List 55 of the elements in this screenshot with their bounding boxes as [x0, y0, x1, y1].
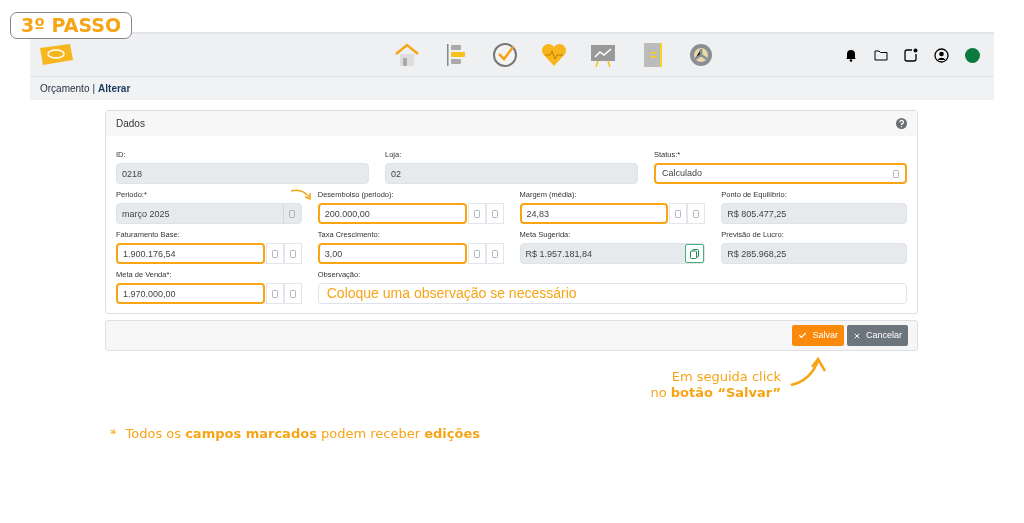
breadcrumb-current: Alterar	[98, 82, 131, 96]
step-badge: 3º PASSO	[10, 12, 133, 39]
square-icon	[271, 289, 278, 298]
square-icon	[491, 249, 498, 258]
status-select[interactable]: Calculado	[654, 163, 907, 184]
note-field[interactable]: Coloque uma observação se necessário	[317, 283, 907, 304]
addon-button[interactable]	[669, 203, 688, 224]
input-group[interactable]: R$ 1.957.181,84	[519, 243, 706, 264]
input-field[interactable]: março 2025	[117, 204, 283, 223]
square-icon	[893, 169, 899, 178]
square-icon	[675, 209, 682, 218]
help-icon[interactable]	[896, 118, 907, 129]
logo-icon	[38, 43, 74, 67]
bell-icon[interactable]	[844, 48, 858, 62]
input-field[interactable]: 3,00	[317, 243, 467, 264]
square-icon	[473, 209, 480, 218]
input-field[interactable]: 1.970.000,00	[116, 283, 265, 304]
input-field[interactable]: 200.000,00	[317, 203, 467, 224]
square-icon	[289, 289, 296, 298]
folder-icon[interactable]	[874, 48, 888, 62]
square-icon	[473, 249, 480, 258]
input-field[interactable]: 02	[385, 163, 638, 184]
input-group[interactable]: março 2025	[116, 203, 302, 224]
home-icon[interactable]	[393, 41, 421, 69]
square-icon	[271, 249, 278, 258]
addon-button[interactable]	[687, 203, 706, 224]
copy-button[interactable]	[685, 244, 705, 263]
input-field[interactable]: R$ 805.477,25	[721, 203, 907, 224]
addon-button[interactable]	[467, 203, 486, 224]
breadcrumb-separator: |	[92, 82, 96, 96]
input-field[interactable]: R$ 1.957.181,84	[520, 244, 686, 263]
clock-check-icon[interactable]	[491, 41, 519, 69]
check-icon	[798, 331, 808, 340]
square-icon	[491, 209, 498, 218]
user-icon[interactable]	[934, 47, 949, 63]
input-field[interactable]: 1.900.176,54	[116, 243, 265, 264]
addon-button[interactable]	[265, 243, 284, 264]
hint-text: Em seguida click no botão “Salvar”	[649, 369, 781, 401]
input-field[interactable]: 0218	[116, 163, 369, 184]
square-icon	[289, 249, 296, 258]
input-field[interactable]: R$ 285.968,25	[721, 243, 907, 264]
asterisk-mark: *	[110, 425, 117, 443]
breadcrumb-link[interactable]: Orçamento	[40, 81, 90, 96]
copy-icon	[690, 248, 700, 259]
addon-button[interactable]	[467, 243, 486, 264]
curved-arrow-icon	[788, 357, 828, 387]
panel-title: Dados	[116, 117, 145, 131]
close-icon	[852, 331, 861, 340]
footnote-text: Todos os campos marcados podem receber edições	[125, 425, 480, 443]
input-field[interactable]: 24,83	[519, 203, 669, 224]
square-icon	[289, 209, 296, 218]
square-icon	[693, 209, 700, 218]
note-icon[interactable]	[904, 48, 918, 62]
addon-button[interactable]	[265, 283, 284, 304]
cancel-button[interactable]: Cancelar	[846, 325, 908, 346]
